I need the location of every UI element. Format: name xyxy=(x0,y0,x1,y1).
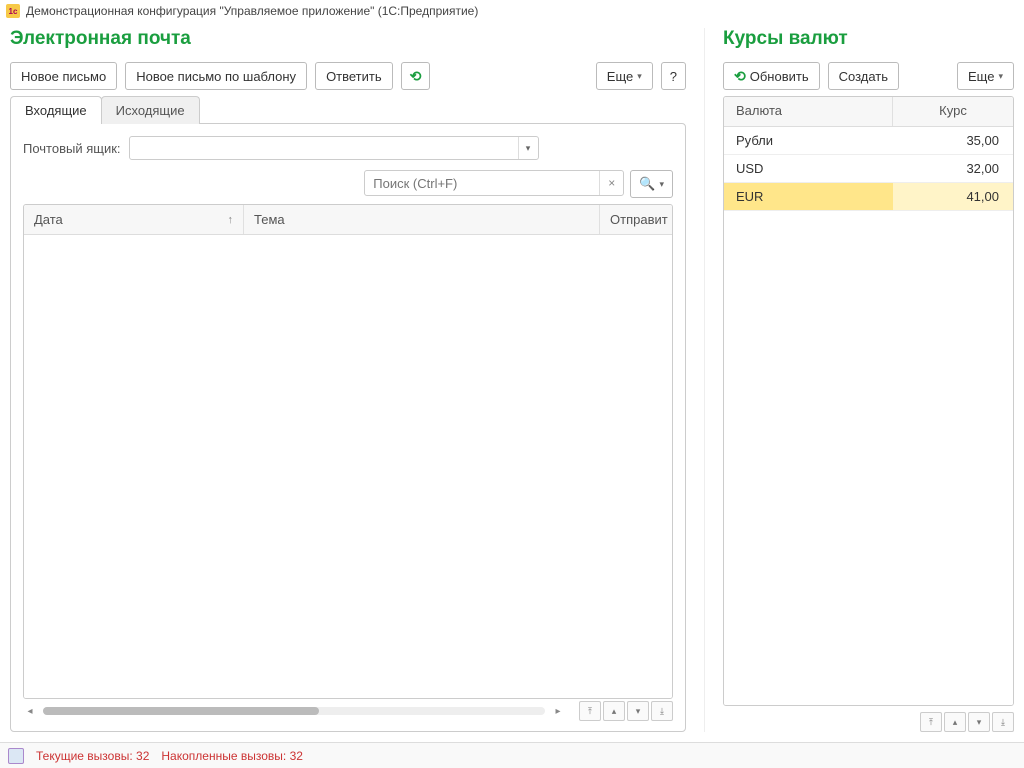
email-tbody xyxy=(24,235,672,698)
clear-icon[interactable]: × xyxy=(599,171,623,195)
rates-create-button[interactable]: Создать xyxy=(828,62,899,90)
email-toolbar: Новое письмо Новое письмо по шаблону Отв… xyxy=(10,62,686,90)
mailbox-select[interactable]: ▾ xyxy=(129,136,539,160)
chevron-down-icon[interactable]: ▾ xyxy=(518,137,538,159)
chevron-down-icon: ▾ xyxy=(637,71,642,82)
more-button[interactable]: Еще ▾ xyxy=(596,62,653,90)
search-row: × 🔍▾ xyxy=(23,170,673,198)
tab-outbox[interactable]: Исходящие xyxy=(101,96,200,124)
table-row[interactable]: USD32,00 xyxy=(724,155,1013,183)
refresh-icon: ⟲ xyxy=(734,68,746,85)
cell-currency: Рубли xyxy=(724,133,893,148)
rates-thead: Валюта Курс xyxy=(724,97,1013,127)
new-mail-button[interactable]: Новое письмо xyxy=(10,62,117,90)
search-icon: 🔍 xyxy=(639,176,655,192)
rates-title: Курсы валют xyxy=(723,28,1014,50)
rates-tbody: Рубли35,00USD32,00EUR41,00 xyxy=(724,127,1013,705)
cell-rate: 35,00 xyxy=(893,127,1013,154)
email-title: Электронная почта xyxy=(10,28,686,50)
nav-last-button[interactable]: ⤓ xyxy=(651,701,673,721)
scroll-left-icon[interactable]: ◂ xyxy=(23,704,37,718)
col-subject[interactable]: Тема xyxy=(244,205,600,234)
nav-last-button[interactable]: ⤓ xyxy=(992,712,1014,732)
refresh-button[interactable]: ⟲ xyxy=(401,62,431,90)
refresh-icon: ⟲ xyxy=(410,68,422,85)
app-icon: 1c xyxy=(6,4,20,18)
rates-more-button[interactable]: Еще ▾ xyxy=(957,62,1014,90)
rates-refresh-label: Обновить xyxy=(750,69,809,84)
email-panel: Электронная почта Новое письмо Новое пис… xyxy=(10,28,686,732)
reply-button[interactable]: Ответить xyxy=(315,62,393,90)
tab-body: Почтовый ящик: ▾ × 🔍▾ Дата ↑ xyxy=(10,123,686,732)
mailbox-value xyxy=(130,137,518,159)
cell-rate: 32,00 xyxy=(893,155,1013,182)
search-input-wrap: × xyxy=(364,170,624,196)
scroll-thumb[interactable] xyxy=(43,707,319,715)
table-row[interactable]: EUR41,00 xyxy=(724,183,1013,211)
nav-down-button[interactable]: ▾ xyxy=(968,712,990,732)
email-thead: Дата ↑ Тема Отправит xyxy=(24,205,672,235)
chevron-down-icon: ▾ xyxy=(998,71,1003,82)
more-label: Еще xyxy=(607,69,633,84)
rates-footer: ⤒ ▴ ▾ ⤓ xyxy=(723,706,1014,732)
sort-asc-icon: ↑ xyxy=(228,214,234,226)
status-icon xyxy=(8,748,24,764)
status-accum-value: 32 xyxy=(290,749,303,763)
nav-up-button[interactable]: ▴ xyxy=(944,712,966,732)
scrollbar[interactable] xyxy=(43,707,545,715)
email-tabs: Входящие Исходящие xyxy=(10,96,686,124)
col-date-label: Дата xyxy=(34,212,63,227)
col-sender[interactable]: Отправит xyxy=(600,205,672,234)
mailbox-row: Почтовый ящик: ▾ xyxy=(23,136,673,160)
email-table: Дата ↑ Тема Отправит xyxy=(23,204,673,699)
help-button[interactable]: ? xyxy=(661,62,686,90)
scroll-row: ◂ ▸ ⤒ ▴ ▾ ⤓ xyxy=(23,699,673,719)
cell-currency: USD xyxy=(724,161,893,176)
search-input[interactable] xyxy=(365,171,599,195)
nav-first-button[interactable]: ⤒ xyxy=(579,701,601,721)
new-mail-template-button[interactable]: Новое письмо по шаблону xyxy=(125,62,307,90)
scroll-right-icon[interactable]: ▸ xyxy=(551,704,565,718)
rates-toolbar: ⟲ Обновить Создать Еще ▾ xyxy=(723,62,1014,90)
rates-panel: Курсы валют ⟲ Обновить Создать Еще ▾ Валют… xyxy=(704,28,1014,732)
main-content: Электронная почта Новое письмо Новое пис… xyxy=(0,22,1024,742)
cell-currency: EUR xyxy=(724,189,893,204)
col-currency[interactable]: Валюта xyxy=(724,97,893,126)
status-current-value: 32 xyxy=(136,749,149,763)
col-date[interactable]: Дата ↑ xyxy=(24,205,244,234)
status-current: Текущие вызовы: 32 xyxy=(36,749,149,763)
cell-rate: 41,00 xyxy=(893,183,1013,210)
status-current-label: Текущие вызовы: xyxy=(36,749,133,763)
mailbox-label: Почтовый ящик: xyxy=(23,141,121,156)
nav-first-button[interactable]: ⤒ xyxy=(920,712,942,732)
status-accum: Накопленные вызовы: 32 xyxy=(161,749,303,763)
titlebar: 1c Демонстрационная конфигурация "Управл… xyxy=(0,0,1024,22)
table-row[interactable]: Рубли35,00 xyxy=(724,127,1013,155)
col-rate[interactable]: Курс xyxy=(893,97,1013,126)
search-button[interactable]: 🔍▾ xyxy=(630,170,673,198)
rates-refresh-button[interactable]: ⟲ Обновить xyxy=(723,62,820,90)
rates-more-label: Еще xyxy=(968,69,994,84)
chevron-down-icon: ▾ xyxy=(659,179,664,190)
status-accum-label: Накопленные вызовы: xyxy=(161,749,286,763)
window-title: Демонстрационная конфигурация "Управляем… xyxy=(26,4,478,18)
statusbar: Текущие вызовы: 32 Накопленные вызовы: 3… xyxy=(0,742,1024,768)
nav-up-button[interactable]: ▴ xyxy=(603,701,625,721)
nav-down-button[interactable]: ▾ xyxy=(627,701,649,721)
tab-inbox[interactable]: Входящие xyxy=(10,96,102,124)
rates-table: Валюта Курс Рубли35,00USD32,00EUR41,00 xyxy=(723,96,1014,706)
